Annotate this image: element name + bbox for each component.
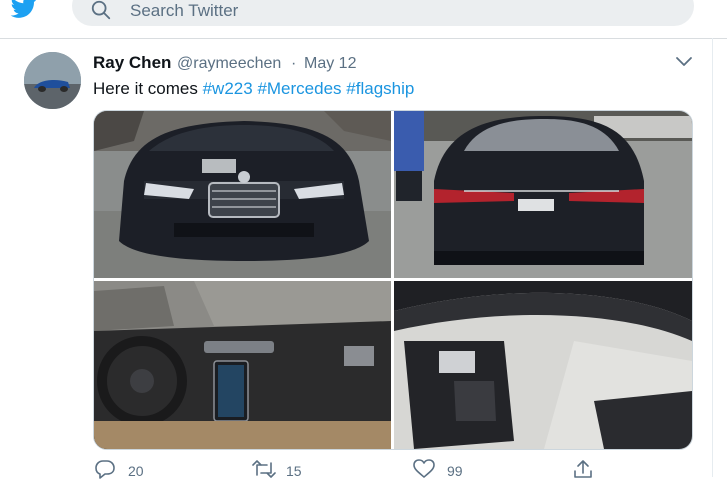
search-input[interactable] [130,0,630,22]
tweet-text-body: Here it comes [93,79,203,98]
photo-car-rear[interactable] [394,111,692,278]
photo-car-front[interactable] [94,111,391,278]
retweet-icon [252,460,276,478]
timeline-border [712,38,713,477]
twitter-bird-icon[interactable] [8,0,40,20]
reply-icon [95,460,115,479]
hashtag-w223[interactable]: #w223 [203,79,253,98]
search-bar[interactable] [72,0,694,26]
heart-icon [413,459,435,478]
chevron-down-icon[interactable] [674,54,694,70]
photo-interior-dashboard[interactable] [94,281,391,449]
media-grid [93,110,693,450]
hashtag-mercedes[interactable]: #Mercedes [257,79,341,98]
avatar[interactable] [24,52,81,109]
user-handle[interactable]: @raymeechen [177,55,281,73]
search-icon [91,0,111,20]
share-icon [574,460,592,478]
tweet-text: Here it comes #w223 #Mercedes #flagship [93,79,414,99]
separator-dot: · [291,55,297,72]
display-name[interactable]: Ray Chen [93,53,171,73]
top-bar [0,0,727,39]
tweet-date[interactable]: May 12 [304,55,356,73]
photo-door-interior[interactable] [394,281,692,449]
hashtag-flagship[interactable]: #flagship [346,79,414,98]
